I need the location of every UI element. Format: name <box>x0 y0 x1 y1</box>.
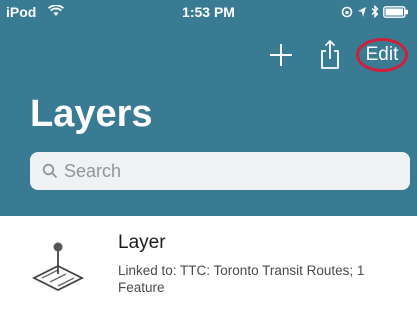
list-item-title: Layer <box>118 232 166 253</box>
edit-button[interactable]: Edit <box>356 38 408 72</box>
location-icon <box>358 6 366 17</box>
status-bar: iPod 1:53 PM <box>0 0 417 24</box>
search-placeholder: Search <box>64 161 122 181</box>
list-item-subtitle: Linked to: TTC: Toronto Transit Routes; … <box>118 263 365 295</box>
status-indicators <box>341 5 409 18</box>
share-icon[interactable] <box>318 38 342 70</box>
layer-icon <box>31 242 85 292</box>
search-icon <box>42 163 58 179</box>
battery-icon <box>383 5 408 18</box>
navigation-header: iPod 1:53 PM Edit Layers Search <box>0 0 417 216</box>
page-title: Layers <box>30 93 153 135</box>
layer-list-item[interactable]: Layer Linked to: TTC: Toronto Transit Ro… <box>0 216 417 310</box>
search-input[interactable]: Search <box>30 152 410 190</box>
rotation-lock-icon <box>341 6 353 17</box>
bluetooth-icon <box>371 5 379 18</box>
add-button[interactable] <box>266 40 296 70</box>
